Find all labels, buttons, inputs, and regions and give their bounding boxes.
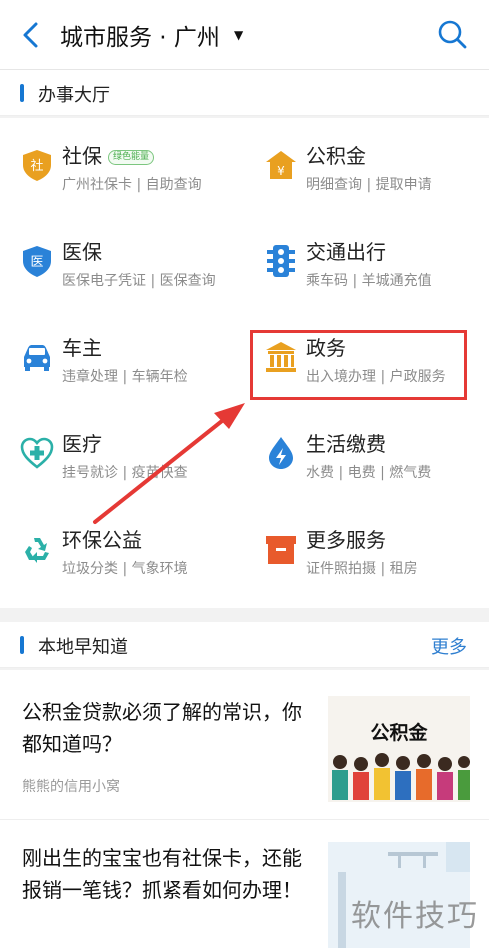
- thumbnail-caption: 公积金: [370, 722, 428, 744]
- news-title: 刚出生的宝宝也有社保卡，还能报销一笔钱？抓紧看如何办理！: [22, 846, 302, 902]
- local-section-title: 本地早知道: [38, 637, 128, 658]
- section-marker: [20, 636, 24, 654]
- search-icon[interactable]: [436, 18, 468, 50]
- service-name: 公积金: [306, 144, 366, 168]
- service-name: 车主: [62, 336, 102, 360]
- service-name: 更多服务: [306, 528, 386, 552]
- service-name: 环保公益: [62, 528, 142, 552]
- green-energy-badge: 绿色能量: [108, 150, 155, 165]
- service-transport[interactable]: 交通出行 乘车码 | 羊城通充值: [244, 214, 484, 310]
- people-illustration: [332, 753, 470, 800]
- service-subtitle: 垃圾分类 | 气象环境: [62, 561, 188, 577]
- local-section-header: 本地早知道 更多: [0, 622, 489, 668]
- service-housing-fund[interactable]: ¥ 公积金 明细查询 | 提取申请: [244, 118, 484, 214]
- traffic-light-icon: [267, 245, 295, 277]
- svg-text:社: 社: [30, 158, 43, 174]
- top-bar: 城市服务 · 广州 ▼: [0, 0, 489, 70]
- utility-bolt-icon: [269, 437, 293, 469]
- hall-section-title: 办事大厅: [38, 85, 110, 106]
- service-social-security[interactable]: 社 社保 绿色能量 广州社保卡 | 自助查询: [0, 118, 240, 214]
- service-subtitle: 挂号就诊 | 疫苗快查: [62, 465, 188, 481]
- more-services-box-icon: [266, 536, 296, 564]
- service-name: 交通出行: [306, 240, 386, 264]
- medical-cross-icon: [20, 437, 54, 469]
- news-list: 公积金贷款必须了解的常识，你都知道吗？ 熊熊的信用小窝 公积金 刚出生的宝宝也有…: [0, 670, 489, 949]
- annotation-highlight-box: [250, 330, 467, 400]
- city-dropdown-caret-icon[interactable]: ▼: [234, 28, 243, 42]
- news-source: 熊熊的信用小窝: [22, 779, 120, 795]
- service-subtitle: 明细查询 | 提取申请: [306, 177, 432, 193]
- car-icon: [24, 345, 50, 371]
- section-marker: [20, 84, 24, 102]
- watermark-text: 软件技巧: [351, 899, 479, 934]
- svg-text:医: 医: [30, 255, 43, 270]
- housing-fund-icon: ¥: [266, 151, 296, 179]
- service-subtitle: 医保电子凭证 | 医保查询: [62, 273, 216, 289]
- recycle-icon: [25, 538, 49, 563]
- page-title[interactable]: 城市服务 · 广州: [60, 18, 220, 52]
- news-item[interactable]: 公积金贷款必须了解的常识，你都知道吗？ 熊熊的信用小窝 公积金: [0, 670, 489, 820]
- news-title: 公积金贷款必须了解的常识，你都知道吗？: [22, 700, 302, 756]
- service-name: 生活缴费: [306, 432, 386, 456]
- service-environment[interactable]: 环保公益 垃圾分类 | 气象环境: [0, 502, 240, 598]
- service-utilities[interactable]: 生活缴费 水费 | 电费 | 燃气费: [244, 406, 484, 502]
- service-subtitle: 广州社保卡 | 自助查询: [62, 177, 202, 193]
- more-link[interactable]: 更多: [431, 633, 467, 659]
- service-healthcare[interactable]: 医疗 挂号就诊 | 疫苗快查: [0, 406, 240, 502]
- svg-text:¥: ¥: [277, 164, 285, 178]
- service-subtitle: 水费 | 电费 | 燃气费: [306, 465, 432, 481]
- service-name: 医疗: [62, 432, 102, 456]
- service-medical-insurance[interactable]: 医 医保 医保电子凭证 | 医保查询: [0, 214, 240, 310]
- back-arrow-icon[interactable]: [18, 20, 46, 50]
- news-thumbnail: 公积金: [328, 696, 470, 802]
- service-name: 社保 绿色能量: [62, 140, 155, 169]
- service-car-owner[interactable]: 车主 违章处理 | 车辆年检: [0, 310, 240, 406]
- service-subtitle: 违章处理 | 车辆年检: [62, 369, 188, 385]
- service-name: 医保: [62, 240, 102, 264]
- hall-section-header: 办事大厅: [0, 70, 489, 116]
- service-name-text: 社保: [62, 144, 102, 168]
- medical-insurance-icon: 医: [23, 246, 51, 277]
- social-security-icon: 社: [23, 150, 51, 181]
- service-subtitle: 证件照拍摄 | 租房: [306, 561, 418, 577]
- service-subtitle: 乘车码 | 羊城通充值: [306, 273, 432, 289]
- service-more[interactable]: 更多服务 证件照拍摄 | 租房: [244, 502, 484, 598]
